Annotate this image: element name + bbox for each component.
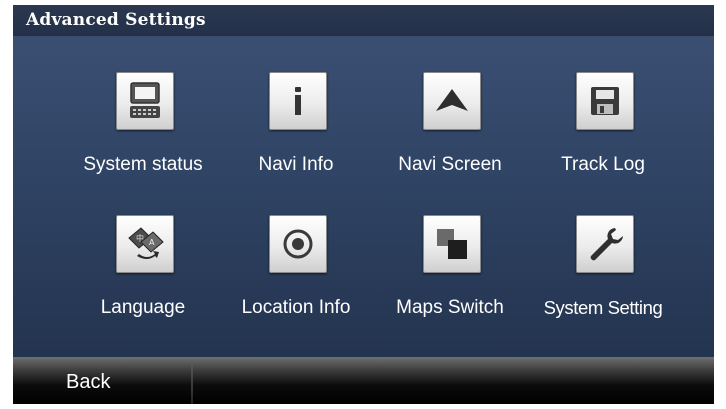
wrench-icon [576,215,634,273]
maps-switch-icon [423,215,481,273]
tile-maps-switch[interactable]: Maps Switch [375,180,525,320]
back-button-label: Back [66,371,111,393]
tile-location-info[interactable]: Location Info [221,180,371,320]
tile-navi-screen[interactable]: Navi Screen [375,37,525,177]
tile-label: Maps Switch [396,297,504,318]
tile-label: System Setting [543,297,663,318]
tile-label: Location Info [241,297,351,318]
title-bar: Advanced Settings [13,5,714,37]
tile-label: Navi Screen [398,154,502,175]
back-button[interactable]: Back [13,357,191,404]
page-title: Advanced Settings [26,10,206,30]
screen: Advanced Settings System status Navi Inf… [13,5,714,404]
tile-system-setting[interactable]: System Setting [528,180,678,320]
tile-system-status[interactable]: System status [68,37,218,177]
tile-label: Language [100,297,186,318]
tile-label: System status [83,154,203,175]
info-icon [269,72,327,130]
settings-grid: System status Navi Info Navi Screen Trac… [13,37,714,357]
language-icon: 中 A [116,215,174,273]
tile-track-log[interactable]: Track Log [528,37,678,177]
location-target-icon [269,215,327,273]
system-status-icon [116,72,174,130]
tile-language[interactable]: 中 A Language [68,180,218,320]
tile-label: Track Log [561,154,645,175]
svg-text:A: A [149,238,155,247]
tile-navi-info[interactable]: Navi Info [221,37,371,177]
divider [191,363,193,404]
tile-label: Navi Info [258,154,334,175]
navi-screen-arrow-icon [423,72,481,130]
bottom-bar: Back [13,357,714,404]
floppy-disk-icon [576,72,634,130]
